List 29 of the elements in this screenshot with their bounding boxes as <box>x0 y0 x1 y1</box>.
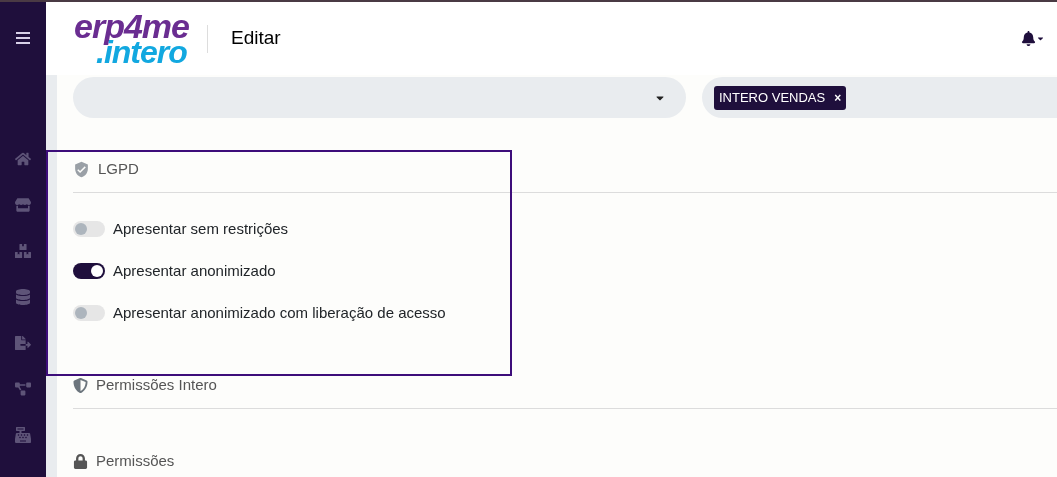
option-label: Apresentar sem restrições <box>113 218 289 239</box>
section-title: Permissões <box>96 450 175 471</box>
notifications-button[interactable] <box>1021 31 1045 46</box>
menu-icon[interactable] <box>16 32 30 44</box>
tag-select-field[interactable]: INTERO VENDAS × <box>702 77 1057 118</box>
section-title: Permissões Intero <box>96 374 217 395</box>
lock-icon <box>73 453 88 469</box>
file-export-icon[interactable] <box>15 335 31 351</box>
caret-icon <box>1036 34 1045 43</box>
logo: erp4me .intero <box>74 12 189 65</box>
store-icon[interactable] <box>15 197 31 213</box>
section-title: LGPD <box>98 158 139 179</box>
shield-icon <box>73 377 88 393</box>
remove-tag-button[interactable]: × <box>834 88 842 107</box>
option-label: Apresentar anonimizado com liberação de acesso <box>113 302 446 323</box>
option-label: Apresentar anonimizado <box>113 260 276 281</box>
select-field[interactable] <box>73 77 686 118</box>
shield-check-icon <box>73 160 90 178</box>
network-icon[interactable] <box>15 381 31 397</box>
page-title: Editar <box>230 26 281 51</box>
toggle-switch[interactable] <box>73 305 105 321</box>
home-icon[interactable] <box>15 151 31 167</box>
toggle-switch[interactable] <box>73 221 105 237</box>
tag-label: INTERO VENDAS <box>719 88 826 107</box>
database-icon[interactable] <box>15 289 31 305</box>
bell-icon <box>1021 31 1036 46</box>
toggle-switch[interactable] <box>73 263 105 279</box>
boxes-icon[interactable] <box>15 243 31 259</box>
cash-register-icon[interactable] <box>15 427 31 443</box>
